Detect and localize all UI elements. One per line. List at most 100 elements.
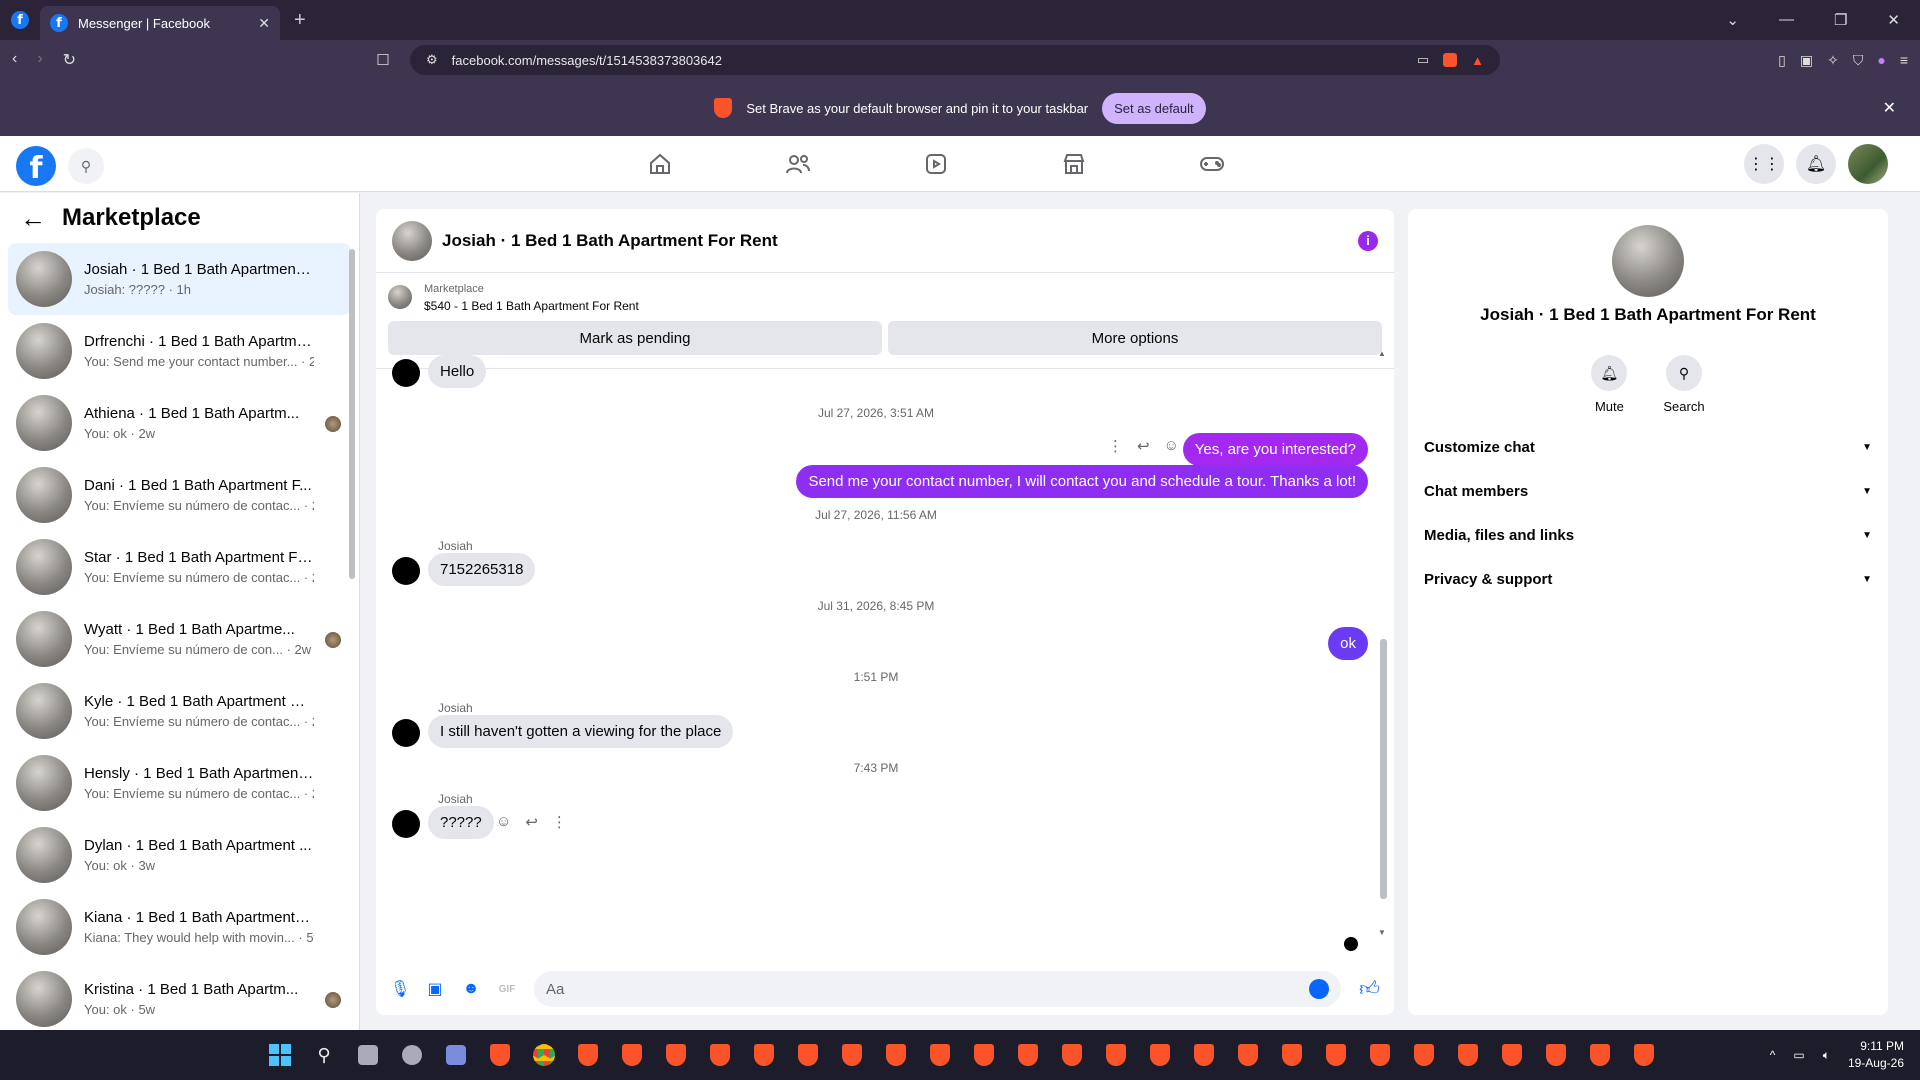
brave-window-icon[interactable] — [1584, 1039, 1616, 1071]
task-view-icon[interactable] — [352, 1039, 384, 1071]
brave-window-icon[interactable] — [1012, 1039, 1044, 1071]
start-button[interactable] — [264, 1039, 296, 1071]
contact-avatar[interactable] — [1612, 225, 1684, 297]
conversation-item[interactable]: Wyatt · 1 Bed 1 Bath Apartme... You: Enví… — [8, 603, 351, 675]
network-icon[interactable]: ▭ — [1793, 1048, 1804, 1062]
info-section-item[interactable]: Customize chat ▼ — [1424, 425, 1872, 469]
more-options-button[interactable]: More options — [888, 321, 1382, 355]
conversation-item[interactable]: Dani · 1 Bed 1 Bath Apartment F... You: E… — [8, 459, 351, 531]
brave-icon[interactable] — [484, 1039, 516, 1071]
search-icon[interactable]: ⚲ — [308, 1039, 340, 1071]
info-section-item[interactable]: Privacy & support ▼ — [1424, 557, 1872, 601]
home-icon[interactable] — [640, 146, 680, 182]
menu-icon[interactable]: ≡ — [1900, 52, 1908, 69]
rewards-icon[interactable]: ▲ — [1471, 53, 1484, 68]
emoji-icon[interactable] — [1309, 979, 1330, 999]
cast-icon[interactable]: ▭ — [1417, 52, 1429, 68]
chrome-icon[interactable] — [528, 1039, 560, 1071]
scroll-thumb[interactable] — [1380, 639, 1387, 899]
brave-window-icon[interactable] — [1540, 1039, 1572, 1071]
brave-window-icon[interactable] — [792, 1039, 824, 1071]
conversation-item[interactable]: Dylan · 1 Bed 1 Bath Apartment ... You: o… — [8, 819, 351, 891]
scroll-up-icon[interactable]: ▲ — [1378, 349, 1386, 358]
gif-icon[interactable]: GIF — [498, 984, 516, 995]
sidebar-scrollbar[interactable] — [349, 249, 355, 579]
infobar-close-icon[interactable]: ✕ — [1883, 98, 1896, 118]
vpn-icon[interactable]: ⛉ — [1853, 52, 1864, 69]
brave-window-icon[interactable] — [572, 1039, 604, 1071]
bookmark-icon[interactable]: ☐ — [376, 51, 389, 69]
more-actions-icon[interactable]: ⋮ — [1108, 437, 1123, 455]
react-emoji-icon[interactable]: ☺ — [496, 813, 511, 831]
info-section-item[interactable]: Media, files and links ▼ — [1424, 513, 1872, 557]
notifications-bell-icon[interactable]: 🔔︎ — [1796, 144, 1836, 184]
listing-title[interactable]: $540 - 1 Bed 1 Bath Apartment For Rent — [424, 299, 639, 313]
site-settings-icon[interactable]: ⚙ — [426, 52, 438, 68]
brave-window-icon[interactable] — [1320, 1039, 1352, 1071]
forward-icon[interactable]: › — [37, 50, 42, 70]
reply-icon[interactable]: ↩ — [1137, 437, 1150, 455]
brave-window-icon[interactable] — [1496, 1039, 1528, 1071]
conversation-item[interactable]: Josiah · 1 Bed 1 Bath Apartment ... Josia… — [8, 243, 351, 315]
conversation-item[interactable]: Drfrenchi · 1 Bed 1 Bath Apartme... You: … — [8, 315, 351, 387]
tab-list-icon[interactable]: ⌄ — [1726, 11, 1739, 29]
watch-icon[interactable] — [916, 146, 956, 182]
sticker-icon[interactable]: ☻ — [462, 980, 480, 998]
microphone-icon[interactable]: 🎙︎ — [390, 979, 410, 999]
marketplace-icon[interactable] — [1054, 146, 1094, 182]
chat-avatar[interactable] — [392, 220, 432, 261]
reload-icon[interactable]: ↻ — [63, 50, 76, 70]
app-icon[interactable] — [440, 1039, 472, 1071]
sidebar-toggle-icon[interactable]: ▯ — [1778, 52, 1786, 69]
thumbs-up-icon[interactable]: 👍︎ — [1359, 977, 1380, 1001]
brave-window-icon[interactable] — [1276, 1039, 1308, 1071]
brave-window-icon[interactable] — [704, 1039, 736, 1071]
url-bar[interactable]: ⚙ facebook.com/messages/t/15145383738036… — [410, 45, 1500, 75]
back-arrow-icon[interactable]: ← — [20, 203, 46, 234]
brave-window-icon[interactable] — [836, 1039, 868, 1071]
listing-thumbnail[interactable] — [388, 285, 412, 309]
conversation-item[interactable]: Kristina · 1 Bed 1 Bath Apartm... You: ok… — [8, 963, 351, 1030]
close-window-icon[interactable]: ✕ — [1887, 11, 1900, 29]
chat-scrollbar[interactable]: ▲ ▼ — [1378, 349, 1388, 937]
facebook-logo-icon[interactable]: f — [16, 146, 56, 186]
search-button[interactable]: ⚲ Search — [1663, 355, 1705, 414]
volume-icon[interactable]: 🔈︎ — [1823, 1048, 1830, 1063]
restore-icon[interactable]: ❐ — [1834, 11, 1847, 29]
tab-messenger[interactable]: f Messenger | Facebook ✕ — [40, 6, 280, 40]
brave-shields-icon[interactable] — [1443, 53, 1458, 67]
conversation-item[interactable]: Hensly · 1 Bed 1 Bath Apartment... You: E… — [8, 747, 351, 819]
react-emoji-icon[interactable]: ☺ — [1164, 437, 1179, 455]
clock[interactable]: 9:11 PM 19-Aug-26 — [1848, 1038, 1904, 1072]
brave-window-icon[interactable] — [1144, 1039, 1176, 1071]
info-icon[interactable]: i — [1358, 230, 1378, 251]
pinned-tab-facebook[interactable]: f — [0, 0, 40, 40]
chat-title[interactable]: Josiah · 1 Bed 1 Bath Apartment For Rent — [442, 231, 778, 251]
close-tab-icon[interactable]: ✕ — [258, 15, 270, 32]
brave-window-icon[interactable] — [1100, 1039, 1132, 1071]
app-icon[interactable] — [396, 1039, 428, 1071]
profile-icon[interactable]: ● — [1877, 52, 1885, 69]
mute-button[interactable]: 🔔︎ Mute — [1591, 355, 1628, 414]
account-avatar[interactable] — [1848, 144, 1888, 184]
wallet-icon[interactable]: ▣ — [1800, 52, 1813, 69]
brave-window-icon[interactable] — [1408, 1039, 1440, 1071]
conversation-item[interactable]: Kiana · 1 Bed 1 Bath Apartment F... Kiana… — [8, 891, 351, 963]
brave-window-icon[interactable] — [880, 1039, 912, 1071]
reply-icon[interactable]: ↩ — [525, 813, 538, 831]
brave-window-icon[interactable] — [1452, 1039, 1484, 1071]
menu-grid-icon[interactable]: ⋮⋮ — [1744, 144, 1784, 184]
brave-window-icon[interactable] — [1364, 1039, 1396, 1071]
brave-window-icon[interactable] — [924, 1039, 956, 1071]
back-icon[interactable]: ‹ — [12, 50, 17, 70]
brave-window-icon[interactable] — [1232, 1039, 1264, 1071]
search-icon[interactable]: ⚲ — [68, 148, 104, 184]
brave-window-icon[interactable] — [1188, 1039, 1220, 1071]
brave-window-icon[interactable] — [748, 1039, 780, 1071]
set-default-button[interactable]: Set as default — [1102, 92, 1206, 124]
tray-chevron-icon[interactable]: ^ — [1770, 1048, 1776, 1062]
brave-window-icon[interactable] — [660, 1039, 692, 1071]
photo-icon[interactable]: ▣ — [426, 979, 444, 999]
conversation-item[interactable]: Kyle · 1 Bed 1 Bath Apartment Fo... You: … — [8, 675, 351, 747]
more-actions-icon[interactable]: ⋮ — [552, 813, 567, 831]
